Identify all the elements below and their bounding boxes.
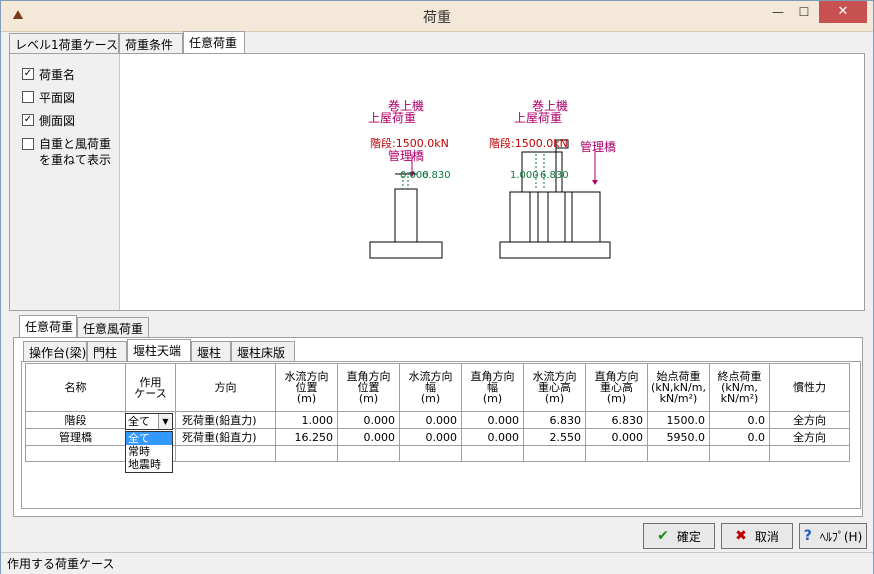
help-button[interactable]: ? ﾍﾙﾌﾟ(H) bbox=[799, 523, 867, 549]
tab-weir-column-slab[interactable]: 堰柱床版 bbox=[231, 341, 295, 361]
cell-name[interactable]: 階段 bbox=[25, 411, 126, 429]
minimize-button[interactable]: — bbox=[765, 1, 791, 23]
col-flow-width: 水流方向 幅 (m) bbox=[399, 363, 462, 412]
left-name2: 上屋荷重 bbox=[368, 111, 416, 125]
dropdown-option-all[interactable]: 全て bbox=[126, 432, 172, 445]
cell-value[interactable]: 0.000 bbox=[399, 428, 462, 446]
dropdown-option-normal[interactable]: 常時 bbox=[126, 445, 172, 458]
col-direction: 方向 bbox=[175, 363, 276, 412]
cell-inertia[interactable]: 全方向 bbox=[769, 411, 850, 429]
tab-operation-deck[interactable]: 操作台(梁) bbox=[23, 341, 87, 361]
tab-arbitrary-load[interactable]: 任意荷重 bbox=[183, 31, 245, 53]
ok-label: 確定 bbox=[676, 529, 701, 544]
cell-value[interactable]: 6.830 bbox=[523, 411, 586, 429]
cross-icon: ✖ bbox=[735, 528, 747, 544]
cell-value[interactable]: 0.000 bbox=[399, 411, 462, 429]
cell-value[interactable]: 1500.0 bbox=[647, 411, 710, 429]
cell-name[interactable]: 管理橋 bbox=[25, 428, 126, 446]
close-button[interactable]: ✕ bbox=[819, 1, 867, 23]
cell-value[interactable]: 5950.0 bbox=[647, 428, 710, 446]
cell-value[interactable]: 2.550 bbox=[523, 428, 586, 446]
case-dropdown-list: 全て 常時 地震時 bbox=[125, 431, 173, 473]
col-flow-pos: 水流方向 位置 (m) bbox=[275, 363, 338, 412]
tab-arbitrary-wind-load[interactable]: 任意風荷重 bbox=[77, 317, 149, 337]
option-label: 荷重名 bbox=[39, 68, 76, 82]
option-load-name[interactable]: ✓ 荷重名 bbox=[22, 66, 75, 83]
cell-direction[interactable]: 死荷重(鉛直力) bbox=[175, 411, 276, 429]
col-perp-width: 直角方向 幅 (m) bbox=[461, 363, 524, 412]
cell-value[interactable]: 0.000 bbox=[461, 411, 524, 429]
display-options: ✓ 荷重名 平面図 ✓ 側面図 自重と風荷重 を重ねて表示 bbox=[10, 54, 120, 310]
preview-panel: ✓ 荷重名 平面図 ✓ 側面図 自重と風荷重 を重ねて表示 巻上機 上屋荷重 階… bbox=[9, 53, 865, 311]
side-view-checkbox[interactable]: ✓ bbox=[22, 114, 34, 126]
col-perp-cg: 直角方向 重心高 (m) bbox=[585, 363, 648, 412]
option-side-view[interactable]: ✓ 側面図 bbox=[22, 112, 75, 129]
left-load-value: 階段:1500.0kN bbox=[370, 136, 449, 150]
tab-weir-column[interactable]: 堰柱 bbox=[191, 341, 231, 361]
side-view-canvas: 巻上機 上屋荷重 階段:1500.0kN 管理橋 0.000 6.830 巻上機… bbox=[120, 54, 864, 310]
cell-value[interactable]: 0.000 bbox=[337, 411, 400, 429]
right-label3: 管理橋 bbox=[580, 139, 616, 154]
combo-value: 全て bbox=[128, 415, 150, 428]
ok-button[interactable]: ✔ 確定 bbox=[643, 523, 715, 549]
cell-value[interactable]: 0.000 bbox=[337, 428, 400, 446]
right-structure: 巻上機 上屋荷重 階段:1500.0kN 管理橋 1.000 6.830 bbox=[489, 98, 616, 259]
cell-value[interactable]: 0.0 bbox=[709, 428, 770, 446]
option-label: 平面図 bbox=[39, 91, 76, 105]
option-plan-view[interactable]: 平面図 bbox=[22, 89, 75, 106]
case-combo[interactable]: 全て ▼ bbox=[125, 413, 173, 430]
help-label: ﾍﾙﾌﾟ(H) bbox=[819, 529, 863, 544]
option-label: 側面図 bbox=[39, 114, 76, 128]
cell-value[interactable]: 1.000 bbox=[275, 411, 338, 429]
col-start-load: 始点荷重 (kN,kN/m, kN/m²) bbox=[647, 363, 710, 412]
chevron-down-icon[interactable]: ▼ bbox=[158, 414, 172, 429]
tab-level1-load-case[interactable]: レベル1荷重ケース bbox=[9, 33, 119, 53]
right-dim2: 6.830 bbox=[540, 170, 569, 181]
tab-weir-column-top[interactable]: 堰柱天端 bbox=[127, 339, 191, 361]
tab-gate-pillar[interactable]: 門柱 bbox=[87, 341, 127, 361]
plan-view-checkbox[interactable] bbox=[22, 91, 34, 103]
cell-value[interactable]: 6.830 bbox=[585, 411, 648, 429]
left-label3: 管理橋 bbox=[388, 148, 424, 163]
cancel-button[interactable]: ✖ 取消 bbox=[721, 523, 793, 549]
left-structure: 巻上機 上屋荷重 階段:1500.0kN 管理橋 0.000 6.830 bbox=[368, 98, 451, 259]
tab-arbitrary-load-list[interactable]: 任意荷重 bbox=[19, 315, 77, 337]
option-label: 自重と風荷重 を重ねて表示 bbox=[39, 137, 112, 167]
question-icon: ? bbox=[803, 528, 812, 544]
main-window: ⛰ 荷重 — ☐ ✕ レベル1荷重ケース 荷重条件 任意荷重 ✓ 荷重名 平面図… bbox=[0, 0, 874, 574]
col-inertia: 慣性力 bbox=[769, 363, 850, 412]
dropdown-option-seismic[interactable]: 地震時 bbox=[126, 458, 172, 471]
cell-value[interactable]: 0.000 bbox=[585, 428, 648, 446]
right-load-value: 階段:1500.0kN bbox=[489, 136, 568, 150]
cell-inertia[interactable]: 全方向 bbox=[769, 428, 850, 446]
title-bar: ⛰ 荷重 — ☐ ✕ bbox=[1, 1, 873, 32]
overlay-checkbox[interactable] bbox=[22, 138, 34, 150]
cell-value[interactable]: 0.0 bbox=[709, 411, 770, 429]
checkmark-icon: ✔ bbox=[657, 528, 669, 544]
down-arrow-icon bbox=[592, 180, 598, 185]
left-dim2: 6.830 bbox=[422, 170, 451, 181]
maximize-button[interactable]: ☐ bbox=[791, 1, 817, 23]
tab-load-conditions[interactable]: 荷重条件 bbox=[119, 33, 183, 53]
window-title: 荷重 bbox=[423, 10, 451, 26]
cell-value[interactable]: 0.000 bbox=[461, 428, 524, 446]
cell-value[interactable]: 16.250 bbox=[275, 428, 338, 446]
status-bar: 作用する荷重ケース bbox=[1, 552, 873, 574]
col-name: 名称 bbox=[25, 363, 126, 412]
table-header-row: 名称 作用 ケース 方向 水流方向 位置 (m) 直角方向 位置 (m) 水流方… bbox=[25, 363, 850, 412]
col-perp-pos: 直角方向 位置 (m) bbox=[337, 363, 400, 412]
right-name2: 上屋荷重 bbox=[514, 111, 562, 125]
col-case: 作用 ケース bbox=[125, 363, 176, 412]
cancel-label: 取消 bbox=[754, 529, 779, 544]
right-dim1: 1.000 bbox=[510, 170, 539, 181]
option-overlay-self-wind[interactable]: 自重と風荷重 を重ねて表示 bbox=[22, 136, 111, 168]
col-end-load: 終点荷重 (kN/m, kN/m²) bbox=[709, 363, 770, 412]
col-flow-cg: 水流方向 重心高 (m) bbox=[523, 363, 586, 412]
load-diagram: 巻上機 上屋荷重 階段:1500.0kN 管理橋 0.000 6.830 巻上機… bbox=[368, 98, 616, 259]
cell-direction[interactable]: 死荷重(鉛直力) bbox=[175, 428, 276, 446]
load-name-checkbox[interactable]: ✓ bbox=[22, 68, 34, 80]
